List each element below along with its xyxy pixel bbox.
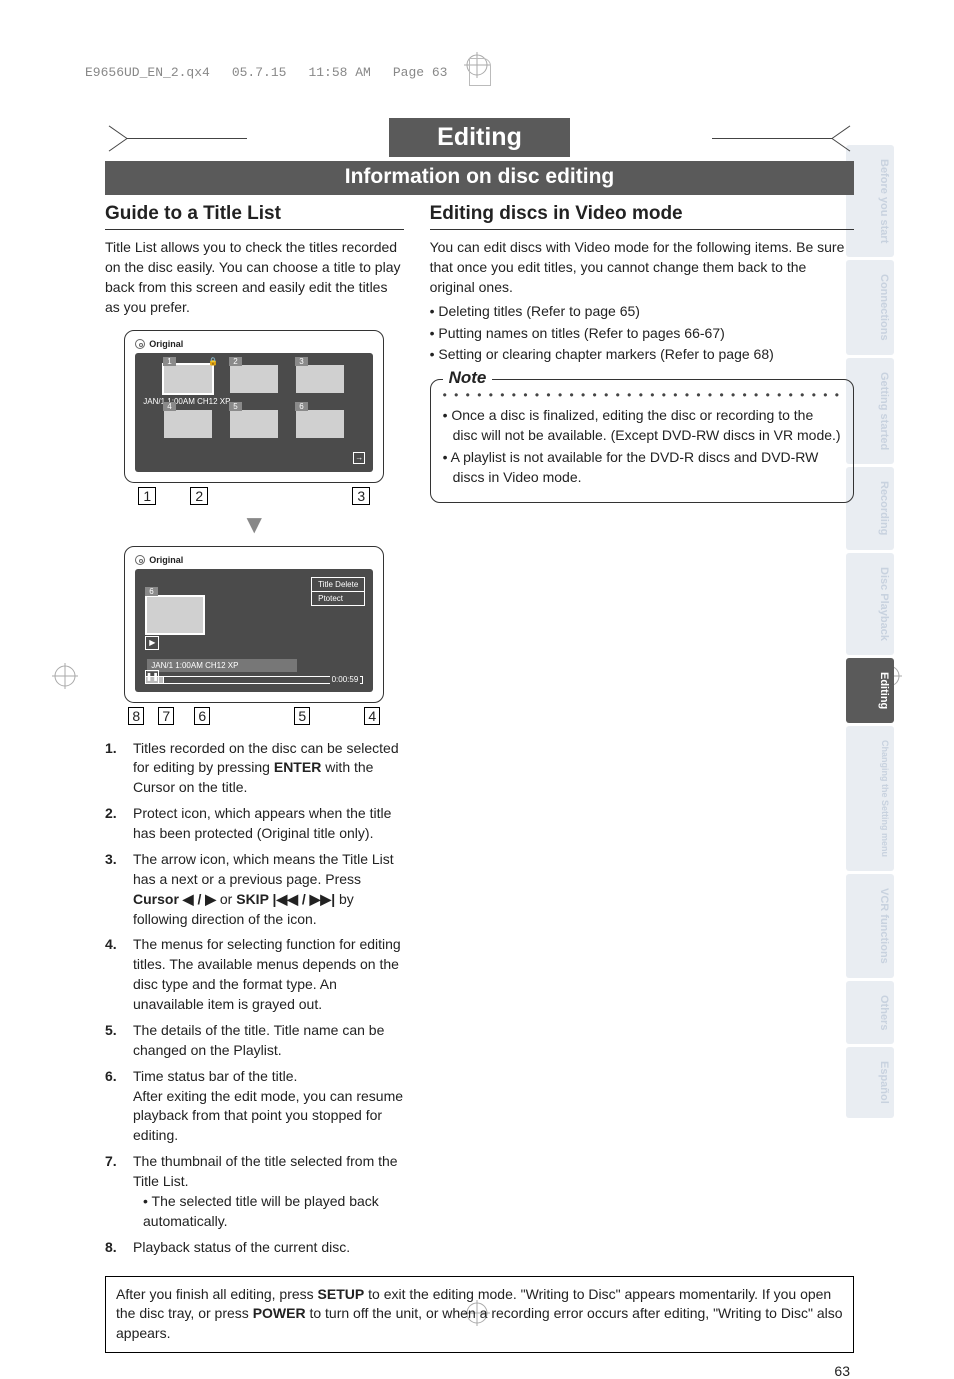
disc-icon xyxy=(135,339,145,349)
footer-box: After you finish all editing, press SETU… xyxy=(105,1276,854,1354)
footer-text: After you finish all editing, press SETU… xyxy=(116,1285,843,1345)
page-title: Editing xyxy=(389,118,570,157)
note-box: Note • • • • • • • • • • • • • • • • • •… xyxy=(430,379,854,503)
list-num-6: 6. xyxy=(105,1067,123,1147)
callout-7: 7 xyxy=(158,707,174,725)
list-text-1: Titles recorded on the disc can be selec… xyxy=(133,739,404,799)
thumb-6: 6 xyxy=(295,402,307,411)
play-icon: ▶ xyxy=(145,636,159,650)
list-num-7: 7. xyxy=(105,1152,123,1232)
callout-5: 5 xyxy=(294,707,310,725)
file-header: E9656UD_EN_2.qx4 05.7.15 11:58 AM Page 6… xyxy=(85,58,491,86)
list-text-2: Protect icon, which appears when the tit… xyxy=(133,804,404,844)
list-text-7: The thumbnail of the title selected from… xyxy=(133,1152,404,1232)
note-2: • A playlist is not available for the DV… xyxy=(443,448,841,488)
crop-mark-left xyxy=(52,663,78,689)
bullet-2: • Putting names on titles (Refer to page… xyxy=(430,324,854,344)
file-page: Page 63 xyxy=(393,65,448,80)
numbered-list: 1.Titles recorded on the disc can be sel… xyxy=(105,739,404,1258)
disc-icon xyxy=(135,555,145,565)
thumb-2: 2 xyxy=(229,357,241,366)
page-fold-icon xyxy=(469,58,491,86)
tv1-mode: Original xyxy=(149,339,183,349)
list-text-4: The menus for selecting function for edi… xyxy=(133,935,404,1015)
next-page-icon: → xyxy=(353,452,365,464)
note-title: Note xyxy=(443,368,493,388)
list-num-3: 3. xyxy=(105,850,123,930)
list-text-5: The details of the title. Title name can… xyxy=(133,1021,404,1061)
note-1: • Once a disc is finalized, editing the … xyxy=(443,406,841,446)
list-num-5: 5. xyxy=(105,1021,123,1061)
pause-icon: ❚❚ xyxy=(145,670,159,684)
list-num-2: 2. xyxy=(105,804,123,844)
right-intro: You can edit discs with Video mode for t… xyxy=(430,238,854,298)
list-num-1: 1. xyxy=(105,739,123,799)
section-heading: Information on disc editing xyxy=(105,161,854,195)
right-subheading: Editing discs in Video mode xyxy=(430,203,854,230)
page-number: 63 xyxy=(105,1363,854,1379)
tv2-title-strip: JAN/1 1:00AM CH12 XP xyxy=(147,659,297,672)
detail-thumb-num: 6 xyxy=(145,587,157,596)
file-name: E9656UD_EN_2.qx4 xyxy=(85,65,210,80)
lock-icon: 🔒 xyxy=(208,357,218,366)
left-intro: Title List allows you to check the title… xyxy=(105,238,404,318)
left-subheading: Guide to a Title List xyxy=(105,203,404,230)
tv-diagram-2: Original Title Delete Ptotect 6 ▶ JAN/1 … xyxy=(124,546,384,725)
callout-8: 8 xyxy=(128,707,144,725)
list-num-8: 8. xyxy=(105,1238,123,1258)
edit-menu: Title Delete Ptotect xyxy=(311,577,365,606)
bullet-1: • Deleting titles (Refer to page 65) xyxy=(430,302,854,322)
menu-title-delete: Title Delete xyxy=(312,578,364,592)
callout-2: 2 xyxy=(190,487,208,505)
tv-diagram-1: Original 1 🔒 2 3 JAN/1 1:00AM CH12 XP 4 5… xyxy=(124,330,384,505)
thumb-1: 1 xyxy=(163,357,175,366)
tv1-caption: JAN/1 1:00AM CH12 XP xyxy=(143,397,365,406)
list-text-8: Playback status of the current disc. xyxy=(133,1238,350,1258)
file-date: 05.7.15 xyxy=(232,65,287,80)
list-text-3: The arrow icon, which means the Title Li… xyxy=(133,850,404,930)
thumb-4: 4 xyxy=(163,402,175,411)
thumb-5: 5 xyxy=(229,402,241,411)
down-arrow-icon: ▼ xyxy=(105,509,404,540)
title-banner: Editing xyxy=(105,118,854,157)
list-text-6: Time status bar of the title. After exit… xyxy=(133,1067,404,1147)
note-dots: • • • • • • • • • • • • • • • • • • • • … xyxy=(443,388,841,402)
right-bullets: • Deleting titles (Refer to page 65) • P… xyxy=(430,302,854,366)
list-num-4: 4. xyxy=(105,935,123,1015)
callout-3: 3 xyxy=(352,487,370,505)
thumb-3: 3 xyxy=(295,357,307,366)
callout-6: 6 xyxy=(194,707,210,725)
file-time: 11:58 AM xyxy=(308,65,370,80)
callout-1: 1 xyxy=(138,487,156,505)
progress-bar: 0:00:59 xyxy=(145,676,363,684)
elapsed-time: 0:00:59 xyxy=(330,675,361,684)
bullet-3: • Setting or clearing chapter markers (R… xyxy=(430,345,854,365)
callout-4: 4 xyxy=(364,707,380,725)
menu-protect: Ptotect xyxy=(312,592,364,605)
tv2-mode: Original xyxy=(149,555,183,565)
